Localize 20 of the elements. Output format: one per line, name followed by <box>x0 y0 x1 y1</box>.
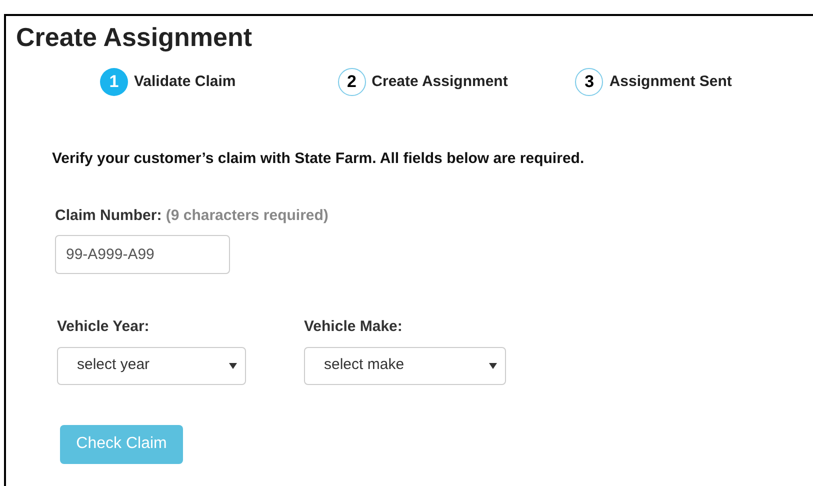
field-label: Claim Number: <box>55 206 162 224</box>
field-label: Vehicle Year: <box>57 317 150 337</box>
step-label: Validate Claim <box>134 72 236 92</box>
step-number-badge: 2 <box>338 68 366 96</box>
step-tab[interactable]: 2 Create Assignment <box>338 68 576 96</box>
step-number-badge: 3 <box>575 68 604 96</box>
page-title: Create Assignment <box>16 24 253 50</box>
claim-number-field[interactable]: 99-A999-A99 <box>55 235 230 274</box>
step-number-badge: 1 <box>100 68 128 96</box>
step-label: Create Assignment <box>372 72 508 92</box>
field-hint: (9 characters required) <box>166 206 328 224</box>
field-label: Vehicle Make: <box>304 317 404 337</box>
step-tab[interactable]: 1 Validate Claim <box>100 68 338 96</box>
caret-icon <box>489 362 497 368</box>
step-label: Assignment Sent <box>609 72 732 92</box>
dropdown[interactable]: select make <box>304 346 506 384</box>
step-tab[interactable]: 3 Assignment Sent <box>575 68 813 96</box>
dropdown[interactable]: select year <box>57 346 246 384</box>
intro-text: Verify your customer’s claim with State Farm. All fields below are required. <box>52 149 586 169</box>
caret-icon <box>229 362 237 368</box>
